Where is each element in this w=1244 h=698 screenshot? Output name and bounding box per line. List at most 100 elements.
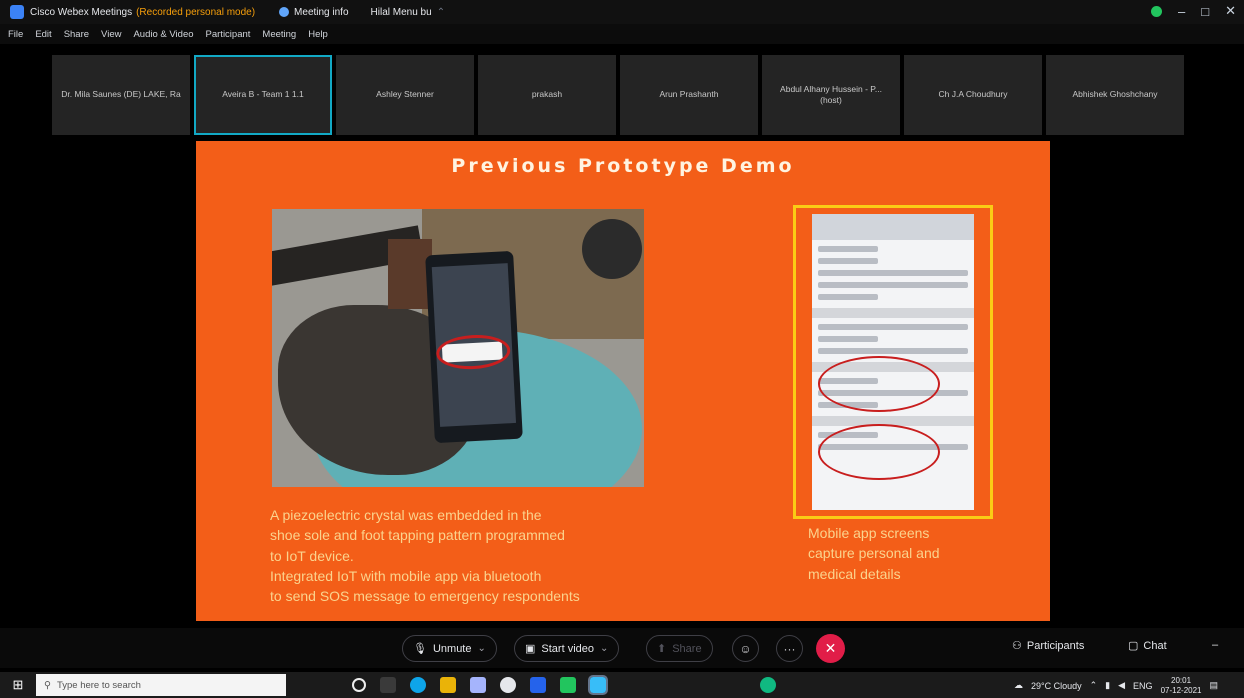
- reactions-button[interactable]: ☺: [732, 635, 759, 662]
- unmute-button[interactable]: 🎙 Unmute ⌄: [402, 635, 497, 662]
- store-icon[interactable]: [560, 677, 576, 693]
- taskbar-clock[interactable]: 20:01 07-12-2021: [1161, 676, 1202, 695]
- chevron-down-icon[interactable]: ⌄: [600, 643, 608, 654]
- smile-icon: ☺: [739, 641, 752, 656]
- photo-object: [582, 219, 642, 279]
- end-call-button[interactable]: ✕: [816, 634, 845, 663]
- app-section: [812, 308, 974, 318]
- caption-line: Integrated IoT with mobile app via bluet…: [270, 567, 542, 584]
- presence-status-icon[interactable]: [1151, 5, 1162, 17]
- taskbar-search-input[interactable]: ⚲ Type here to search: [36, 674, 286, 696]
- mobile-app-screenshot: [793, 205, 993, 519]
- weather-label[interactable]: 29°C Cloudy: [1031, 681, 1082, 691]
- app-row: [818, 282, 968, 288]
- menu-bar: File Edit Share View Audio & Video Parti…: [0, 24, 1244, 44]
- participant-name: Ashley Stenner: [376, 89, 434, 100]
- app-row: [818, 258, 878, 264]
- recording-mode-label: (Recorded personal mode): [136, 6, 256, 18]
- app-icon[interactable]: [760, 677, 776, 693]
- close-icon: ✕: [824, 640, 837, 656]
- caption-line: to IoT device.: [270, 547, 354, 564]
- menu-audio-video[interactable]: Audio & Video: [133, 29, 193, 40]
- more-panels-button[interactable]: –: [1212, 639, 1218, 651]
- app-title: Cisco Webex Meetings: [30, 6, 133, 18]
- participant-tile[interactable]: Ashley Stenner: [336, 55, 474, 135]
- participant-strip: Dr. Mila Saunes (DE) LAKE, Ra Aveira B -…: [52, 55, 1184, 135]
- app-header: [812, 214, 974, 240]
- ellipsis-icon: ···: [783, 641, 796, 656]
- caption-line: medical details: [808, 565, 901, 582]
- search-icon: ⚲: [44, 679, 51, 691]
- more-options-button[interactable]: ···: [776, 635, 803, 662]
- notifications-icon[interactable]: ▤: [1209, 680, 1218, 691]
- participant-tile[interactable]: Dr. Mila Saunes (DE) LAKE, Ra: [52, 55, 190, 135]
- participant-tile[interactable]: Abhishek Ghoshchany: [1046, 55, 1184, 135]
- caption-line: to send SOS message to emergency respond…: [270, 588, 580, 605]
- search-placeholder: Type here to search: [56, 679, 141, 691]
- minimize-button[interactable]: –: [1178, 4, 1185, 19]
- menu-share[interactable]: Share: [64, 29, 89, 40]
- app-row: [818, 348, 968, 354]
- participant-name: Ch J.A Choudhury: [938, 89, 1008, 100]
- info-icon: [279, 7, 290, 17]
- participant-tile[interactable]: prakash: [478, 55, 616, 135]
- menu-meeting[interactable]: Meeting: [262, 29, 296, 40]
- title-bar: Cisco Webex Meetings (Recorded personal …: [0, 0, 1244, 24]
- chevron-down-icon[interactable]: ⌄: [478, 643, 486, 654]
- participants-label: Participants: [1026, 639, 1085, 652]
- menu-participant[interactable]: Participant: [206, 29, 251, 40]
- participant-tile[interactable]: Ch J.A Choudhury: [904, 55, 1042, 135]
- menu-help[interactable]: Help: [308, 29, 328, 40]
- task-view-icon[interactable]: [380, 677, 396, 693]
- cortana-icon[interactable]: [352, 678, 366, 692]
- webex-taskbar-icon[interactable]: [588, 675, 608, 695]
- lock-icon: ⌃: [436, 6, 446, 18]
- highlight-oval: [818, 424, 940, 480]
- meeting-info-label: Meeting info: [294, 6, 349, 18]
- participant-tile[interactable]: Arun Prashanth: [620, 55, 758, 135]
- close-button[interactable]: ✕: [1225, 3, 1236, 19]
- app-row: [818, 270, 968, 276]
- participant-name: Arun Prashanth: [659, 89, 719, 100]
- participant-name: Abdul Alhany Hussein - P... (host): [780, 83, 882, 105]
- meeting-controls: 🎙 Unmute ⌄ ▣ Start video ⌄ ⬆ Share ☺ ···…: [0, 628, 1244, 668]
- chat-button[interactable]: ▢ Chat: [1128, 639, 1167, 653]
- prototype-photo: [272, 209, 644, 487]
- start-video-button[interactable]: ▣ Start video ⌄: [514, 635, 620, 662]
- app-row: [818, 324, 968, 330]
- menu-edit[interactable]: Edit: [35, 29, 51, 40]
- slide-left-caption: A piezoelectric crystal was embedded in …: [270, 505, 710, 606]
- share-icon: ⬆: [657, 643, 667, 655]
- participant-tile-active-speaker[interactable]: Aveira B - Team 1 1.1: [194, 55, 332, 135]
- people-icon: ⚇: [1012, 640, 1022, 652]
- caption-line: Mobile app screens: [808, 525, 930, 541]
- network-icon[interactable]: ▮: [1105, 680, 1110, 691]
- slide-right-caption: Mobile app screens capture personal and …: [808, 523, 978, 584]
- meeting-info-button[interactable]: Meeting info: [279, 6, 349, 18]
- clock-time: 20:01: [1171, 676, 1192, 685]
- window-controls: – □ ✕: [1151, 3, 1236, 19]
- chat-bubble-icon: ▢: [1128, 640, 1139, 652]
- teams-icon[interactable]: [470, 677, 486, 693]
- mail-icon[interactable]: [530, 677, 546, 693]
- app-row: [818, 336, 878, 342]
- maximize-button[interactable]: □: [1201, 4, 1209, 19]
- edge-browser-icon[interactable]: [410, 677, 426, 693]
- language-indicator[interactable]: ENG: [1133, 681, 1153, 691]
- volume-icon[interactable]: ◀: [1118, 680, 1125, 691]
- unmute-label: Unmute: [432, 642, 472, 655]
- menu-view[interactable]: View: [101, 29, 121, 40]
- file-explorer-icon[interactable]: [440, 677, 456, 693]
- share-button[interactable]: ⬆ Share: [646, 635, 713, 662]
- chevron-up-icon[interactable]: ⌃: [1090, 680, 1098, 691]
- participant-name: Dr. Mila Saunes (DE) LAKE, Ra: [61, 89, 181, 100]
- caption-line: capture personal and: [808, 545, 940, 562]
- system-tray: ☁ 29°C Cloudy ⌃ ▮ ◀ ENG 20:01 07-12-2021…: [1014, 676, 1218, 695]
- participants-button[interactable]: ⚇ Participants: [1012, 639, 1085, 653]
- photo-phone: [425, 250, 523, 444]
- host-menu[interactable]: Hilal Menu bu: [371, 7, 432, 18]
- menu-file[interactable]: File: [8, 29, 23, 40]
- participant-tile[interactable]: Abdul Alhany Hussein - P... (host): [762, 55, 900, 135]
- chrome-icon[interactable]: [500, 677, 516, 693]
- windows-start-button[interactable]: ⊞: [0, 677, 36, 693]
